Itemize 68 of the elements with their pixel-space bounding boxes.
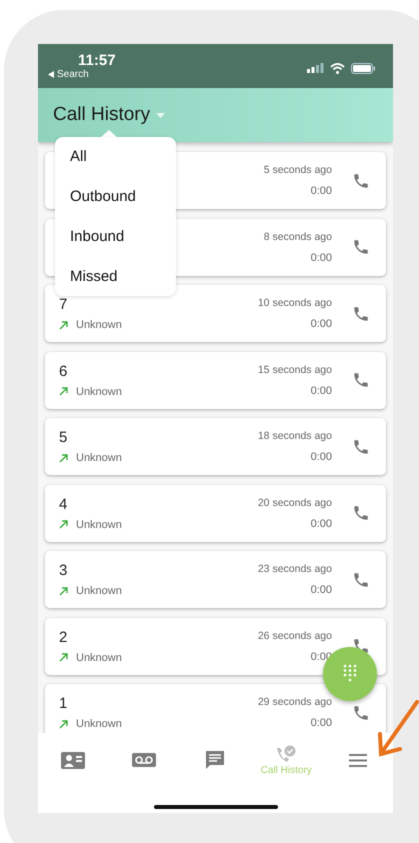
call-name: 3 [59, 562, 68, 579]
phone-icon[interactable] [352, 570, 370, 588]
call-card[interactable]: 4 Unknown 20 seconds ago 0:00 [45, 484, 386, 542]
caller-label: Unknown [76, 452, 122, 464]
call-time: 20 seconds ago [258, 496, 332, 508]
contact-card-icon [61, 752, 86, 768]
call-card[interactable]: 3 Unknown 23 seconds ago 0:00 [45, 551, 386, 608]
call-time: 23 seconds ago [258, 563, 332, 575]
back-link[interactable]: Search [48, 69, 116, 80]
up-right-arrow-icon [59, 452, 68, 464]
call-card[interactable]: 6 Unknown 15 seconds ago 0:00 [45, 352, 386, 408]
call-duration: 0:00 [310, 252, 332, 264]
call-duration: 0:00 [310, 185, 332, 197]
call-time: 10 seconds ago [258, 297, 332, 309]
call-name: 6 [59, 362, 68, 380]
phone-icon[interactable] [352, 371, 370, 389]
phone-check-icon [275, 744, 298, 764]
call-time: 8 seconds ago [264, 230, 332, 242]
phone-icon[interactable] [352, 172, 370, 190]
up-right-arrow-icon [59, 652, 68, 663]
menu-item[interactable]: Inbound [55, 228, 176, 245]
caller-label: Unknown [76, 652, 122, 664]
call-duration: 0:00 [310, 717, 332, 729]
call-name: 4 [59, 496, 68, 512]
caller-label: Unknown [76, 518, 122, 530]
dialpad-icon [343, 664, 357, 684]
call-name: 5 [59, 429, 68, 446]
phone-icon[interactable] [352, 504, 370, 522]
call-time: 18 seconds ago [258, 430, 332, 442]
menu-item[interactable]: Outbound [55, 188, 176, 206]
message-icon [204, 750, 225, 770]
call-duration: 0:00 [310, 518, 332, 530]
up-right-arrow-icon [59, 320, 68, 330]
back-triangle-icon [48, 71, 55, 78]
voicemail-icon [132, 753, 156, 767]
phone-icon[interactable] [352, 304, 370, 322]
call-duration: 0:00 [310, 584, 332, 596]
caller-label: Unknown [76, 585, 122, 597]
call-duration: 0:00 [310, 384, 332, 396]
call-duration: 0:00 [310, 451, 332, 463]
menu-icon [348, 754, 367, 766]
up-right-arrow-icon [59, 519, 68, 530]
call-name: 2 [59, 628, 68, 646]
caller-label: Unknown [76, 319, 122, 331]
call-name: 7 [59, 296, 68, 313]
clock-time: 11:57 [78, 52, 116, 69]
call-card[interactable]: 7 Unknown 10 seconds ago 0:00 [45, 285, 386, 342]
call-time: 5 seconds ago [264, 164, 332, 176]
caller-label: Unknown [76, 386, 122, 398]
title-dropdown[interactable]: Call History [53, 104, 150, 126]
call-time: 26 seconds ago [258, 630, 332, 642]
signal-icon [307, 63, 324, 73]
up-right-arrow-icon [59, 718, 68, 730]
call-time: 15 seconds ago [258, 364, 332, 376]
call-duration: 0:00 [310, 318, 332, 330]
call-name: 1 [59, 695, 68, 712]
wifi-icon [330, 62, 345, 74]
battery-icon [351, 62, 375, 74]
up-right-arrow-icon [59, 386, 68, 397]
call-card[interactable]: 5 Unknown 18 seconds ago 0:00 [45, 418, 386, 475]
caller-label: Unknown [76, 718, 122, 730]
call-time: 29 seconds ago [258, 696, 332, 708]
phone-icon[interactable] [352, 438, 370, 456]
phone-icon[interactable] [352, 704, 370, 722]
up-right-arrow-icon [59, 586, 68, 596]
call-card[interactable]: 1 Unknown 29 seconds ago 0:00 [45, 684, 386, 733]
annotation-arrow [376, 700, 419, 758]
phone-icon[interactable] [352, 238, 370, 256]
